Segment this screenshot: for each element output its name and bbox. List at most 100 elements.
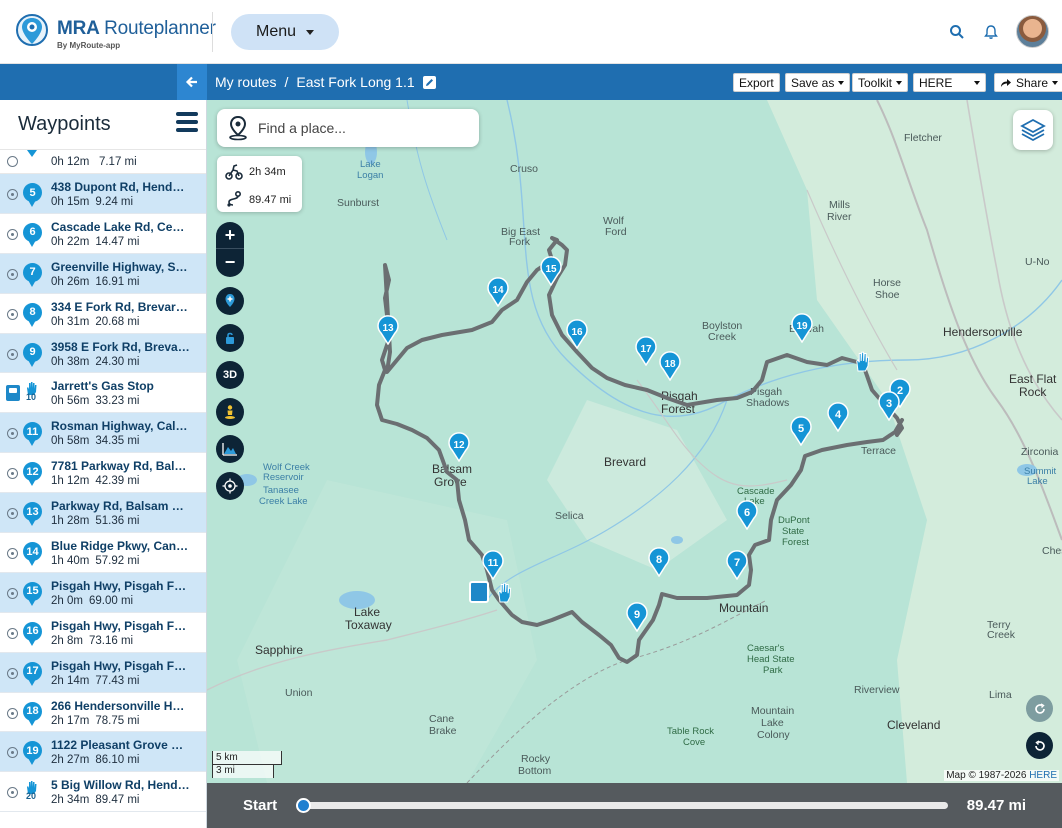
route-waypoint-marker[interactable]: 7 (725, 550, 749, 580)
waypoint-time: 0h 58m (51, 435, 90, 448)
hand-stop-icon[interactable] (495, 580, 515, 604)
drag-handle-icon[interactable] (7, 468, 18, 480)
avatar[interactable] (1016, 15, 1049, 48)
hand-stop-icon[interactable] (853, 348, 873, 374)
list-item[interactable]: 13 Parkway Rd, Balsam Gr... 1h 28m 51.36 mi (0, 493, 206, 534)
route-waypoint-marker[interactable]: 15 (539, 256, 563, 286)
list-item[interactable]: 10 Jarrett's Gas Stop 0h 56m 33.23 mi (0, 373, 206, 414)
map-provider-select[interactable]: HERE (913, 73, 986, 92)
list-item[interactable]: 14 Blue Ridge Pkwy, Canto... 1h 40m 57.92 m… (0, 533, 206, 573)
list-item[interactable]: 5 438 Dupont Rd, Hender... 0h 15m 9.24 mi (0, 174, 206, 214)
waypoint-number: 11 (26, 425, 39, 438)
hamburger-menu-icon[interactable] (176, 112, 198, 134)
mra-logo-icon[interactable] (14, 12, 50, 52)
drag-handle-icon[interactable] (7, 428, 18, 440)
list-item[interactable]: 15 Pisgah Hwy, Pisgah For... 2h 0m 69.00 mi (0, 572, 206, 613)
route-waypoint-marker[interactable]: 16 (565, 319, 589, 349)
brand[interactable]: MRA Routeplanner By MyRoute-app (57, 18, 216, 50)
list-item[interactable]: 9 3958 E Fork Rd, Brevard... 0h 38m 24.30 m… (0, 333, 206, 374)
playback-slider-track[interactable] (303, 802, 948, 809)
route-waypoint-marker[interactable]: 13 (376, 315, 400, 345)
route-waypoint-marker[interactable]: 11 (481, 550, 505, 580)
waypoint-name: Jarrett's Gas Stop (51, 379, 154, 394)
route-waypoint-marker[interactable]: 17 (634, 336, 658, 366)
route-waypoint-marker[interactable]: 14 (486, 277, 510, 307)
waypoint-number: 15 (26, 585, 39, 598)
map-place-label: Creek (708, 331, 737, 343)
waypoint-time: 1h 28m (51, 515, 90, 528)
drag-handle-icon[interactable] (7, 508, 18, 520)
reverse-route-button[interactable] (1026, 732, 1053, 759)
drag-handle-icon[interactable] (7, 627, 18, 639)
list-item[interactable]: 11 Rosman Highway, Calv... 0h 58m 34.35 mi (0, 413, 206, 454)
map-place-label: DuPont (778, 515, 810, 526)
search-icon[interactable] (949, 24, 965, 40)
waypoints-panel: Waypoints 0h 12m 7.17 mi 5 438 Dupont Rd,… (0, 100, 207, 828)
route-waypoint-marker[interactable]: 12 (447, 432, 471, 462)
search-input[interactable] (258, 120, 458, 136)
list-item[interactable]: 7 Greenville Highway, Se... 0h 26m 16.91 mi (0, 253, 206, 294)
breadcrumb-my-routes[interactable]: My routes (215, 74, 276, 90)
add-waypoint-button[interactable] (216, 287, 244, 315)
locate-button[interactable] (216, 472, 244, 500)
drag-handle-icon[interactable] (7, 787, 18, 799)
place-search[interactable] (217, 109, 479, 147)
waypoint-number: 10 (26, 392, 37, 403)
waypoint-list: 5 438 Dupont Rd, Hender... 0h 15m 9.24 mi 6 C… (0, 174, 206, 813)
map-layers-button[interactable] (1013, 110, 1053, 150)
route-waypoint-marker[interactable]: 5 (789, 416, 813, 446)
drag-handle-icon[interactable] (7, 747, 18, 759)
waypoint-meta: 2h 34m 89.47 mi (51, 794, 145, 806)
drag-handle-icon[interactable] (7, 548, 18, 560)
route-waypoint-marker[interactable]: 3 (877, 391, 901, 421)
route-waypoint-marker[interactable]: 4 (826, 402, 850, 432)
drag-handle-icon[interactable] (7, 228, 18, 240)
svg-text:3: 3 (886, 398, 892, 410)
drag-handle-icon[interactable] (7, 308, 18, 320)
drag-handle-icon[interactable] (7, 156, 18, 167)
list-item[interactable]: 8 334 E Fork Rd, Brevard, ... 0h 31m 20.68 … (0, 294, 206, 334)
list-item[interactable]: 16 Pisgah Hwy, Pisgah For... 2h 8m 73.16 mi (0, 613, 206, 653)
lock-button[interactable] (216, 324, 244, 352)
playback-slider-handle[interactable] (296, 798, 311, 813)
list-item[interactable]: 0h 12m 7.17 mi (0, 150, 206, 174)
route-waypoint-marker[interactable]: 19 (790, 313, 814, 343)
street-view-button[interactable] (216, 398, 244, 426)
list-item[interactable]: 6 Cascade Lake Rd, Ceda... 0h 22m 14.47 mi (0, 214, 206, 254)
list-item[interactable]: 17 Pisgah Hwy, Pisgah For... 2h 14m 77.43 m… (0, 652, 206, 693)
menu-button[interactable]: Menu (231, 14, 339, 50)
zoom-in-button[interactable]: + (216, 222, 244, 249)
pin-icon: 11 (23, 422, 42, 447)
drag-handle-icon[interactable] (7, 268, 18, 280)
route-waypoint-marker[interactable]: 9 (625, 602, 649, 632)
drag-handle-icon[interactable] (7, 587, 18, 599)
list-item[interactable]: 18 266 Hendersonville Hw... 2h 17m 78.75 mi (0, 693, 206, 733)
here-link[interactable]: HERE (1029, 770, 1057, 781)
edit-icon[interactable] (422, 75, 436, 89)
list-item[interactable]: 20 5 Big Willow Rd, Hende... 2h 34m 89.47 m… (0, 772, 206, 813)
drag-handle-icon[interactable] (7, 189, 18, 200)
refresh-button[interactable] (1026, 695, 1053, 722)
route-waypoint-marker[interactable]: 18 (658, 351, 682, 381)
breadcrumb: My routes / East Fork Long 1.1 (215, 74, 436, 90)
elevation-button[interactable] (216, 435, 244, 463)
toolkit-button[interactable]: Toolkit (852, 73, 909, 92)
share-button[interactable]: Share (994, 73, 1062, 92)
zoom-out-button[interactable]: − (216, 249, 244, 276)
drag-handle-icon[interactable] (7, 707, 18, 719)
bell-icon[interactable] (983, 24, 999, 40)
scale-km: 5 km (212, 751, 282, 765)
drag-handle-icon[interactable] (7, 348, 18, 360)
export-button[interactable]: Export (733, 73, 780, 92)
waypoint-name: Rosman Highway, Calv... (51, 419, 191, 434)
back-button[interactable] (177, 64, 207, 100)
3d-view-button[interactable]: 3D (216, 361, 244, 389)
drag-handle-icon[interactable] (7, 667, 18, 679)
map-canvas[interactable]: Fletcher Mills River Horse Shoe Henderso… (207, 100, 1062, 783)
route-waypoint-marker[interactable]: 6 (735, 500, 759, 530)
route-waypoint-marker[interactable]: 8 (647, 547, 671, 577)
list-item[interactable]: 12 7781 Parkway Rd, Balsa... 1h 12m 42.39 m… (0, 453, 206, 494)
save-as-button[interactable]: Save as (785, 73, 851, 92)
list-item[interactable]: 19 1122 Pleasant Grove Rd... 2h 27m 86.10 m… (0, 732, 206, 773)
fuel-stop-marker[interactable] (469, 581, 489, 603)
